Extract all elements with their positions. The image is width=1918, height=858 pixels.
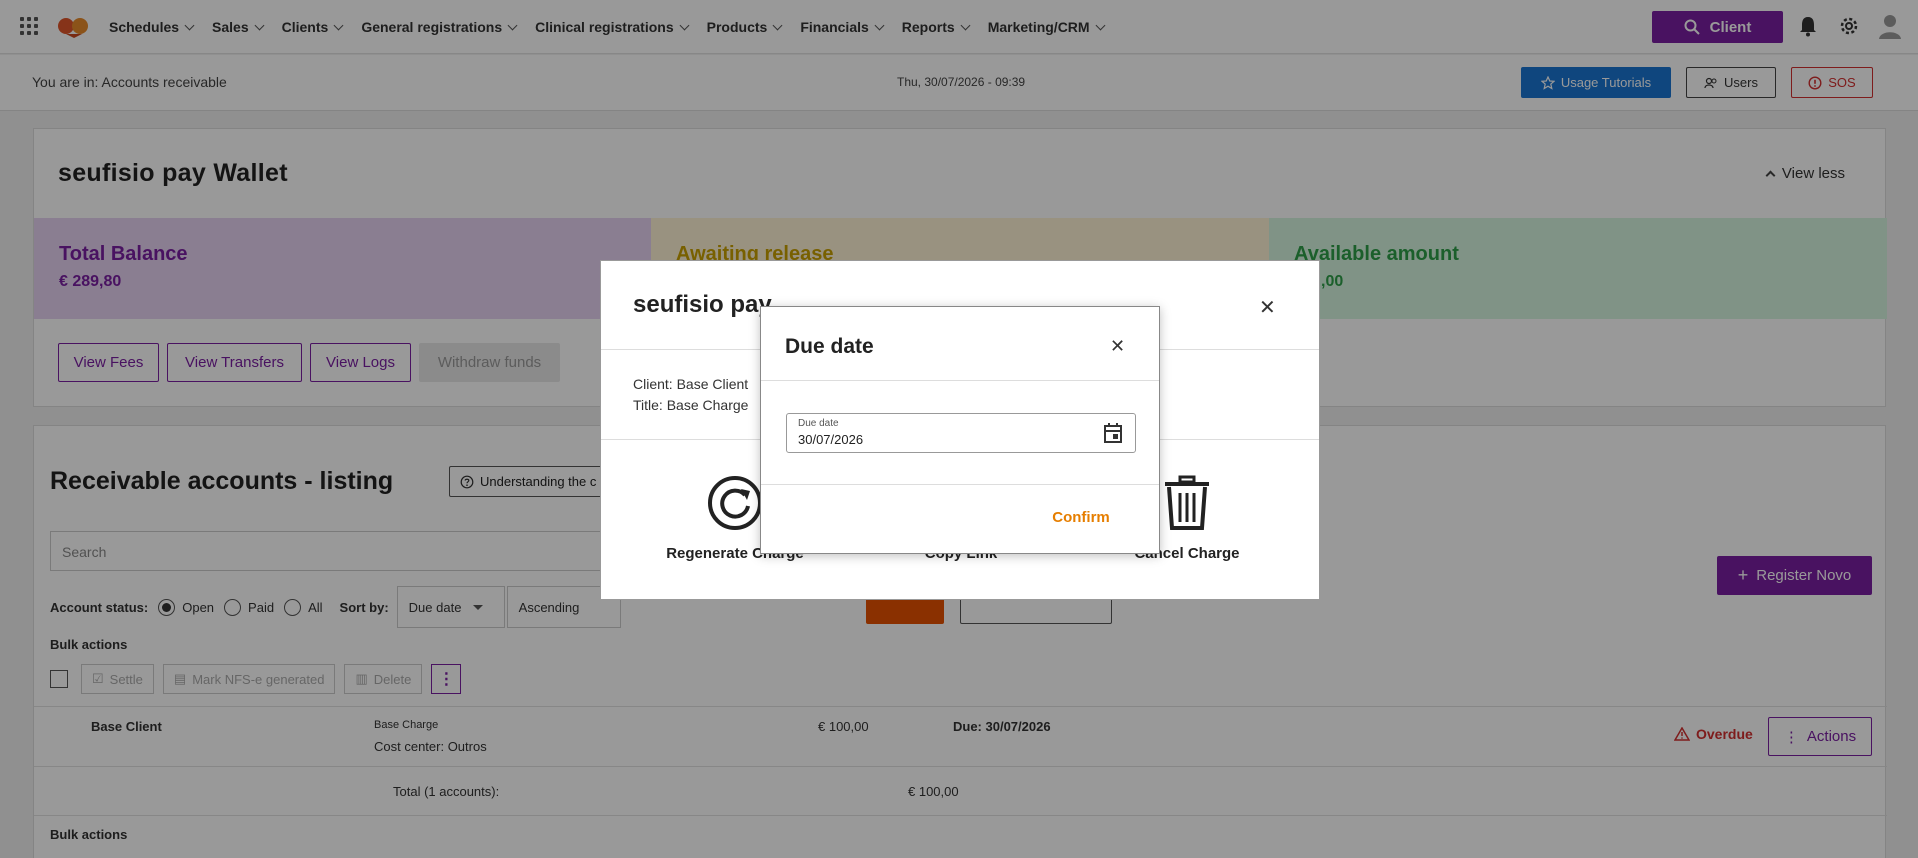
- confirm-button[interactable]: Confirm: [1031, 500, 1131, 534]
- pay-modal-title: seufisio pay: [633, 291, 772, 318]
- refresh-icon: [708, 476, 762, 530]
- charge-title: Title: Base Charge: [633, 397, 749, 413]
- charge-info: Client: Base Client Title: Base Charge: [633, 374, 748, 416]
- close-icon[interactable]: ✕: [1110, 336, 1125, 357]
- due-date-field-value: 30/07/2026: [798, 432, 864, 447]
- due-date-field[interactable]: Due date 30/07/2026: [786, 413, 1136, 453]
- close-icon[interactable]: ✕: [1259, 295, 1276, 320]
- calendar-icon[interactable]: [1103, 422, 1123, 444]
- due-date-field-label: Due date: [798, 418, 839, 429]
- divider: [761, 484, 1159, 485]
- due-date-modal: Due date ✕ Due date 30/07/2026 Confirm: [760, 306, 1160, 554]
- charge-client: Client: Base Client: [633, 376, 749, 392]
- divider: [761, 380, 1159, 381]
- trash-icon: [1165, 475, 1209, 530]
- due-date-title: Due date: [785, 335, 874, 358]
